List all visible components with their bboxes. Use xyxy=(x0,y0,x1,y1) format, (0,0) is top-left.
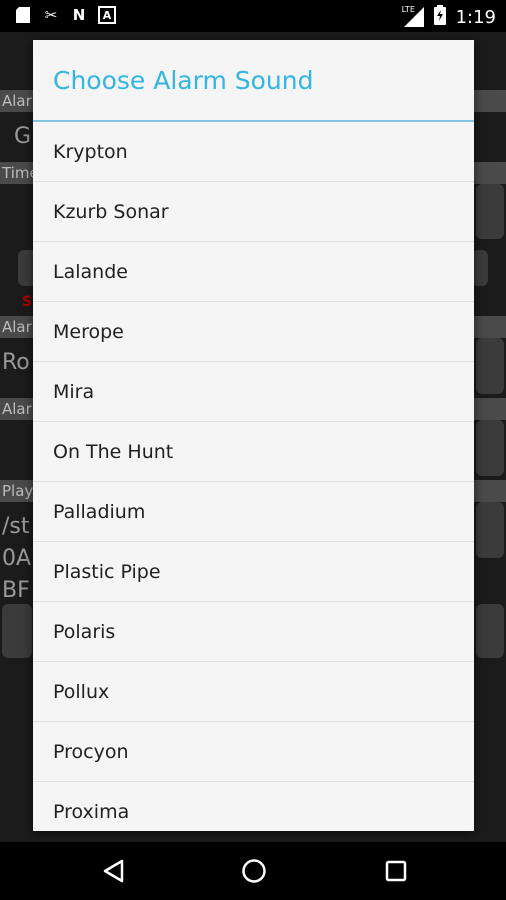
bg-text: G xyxy=(14,124,32,149)
list-item[interactable]: Polaris xyxy=(33,602,474,662)
list-item[interactable]: Lalande xyxy=(33,242,474,302)
bg-button xyxy=(476,502,504,558)
list-item[interactable]: Kzurb Sonar xyxy=(33,182,474,242)
bg-button xyxy=(476,184,504,239)
home-icon[interactable] xyxy=(239,856,269,886)
clock-time: 1:19 xyxy=(455,6,496,28)
status-bar: ✂ N A LTE 1:19 xyxy=(0,0,506,32)
bg-marker: S xyxy=(22,294,33,310)
list-item[interactable]: Pollux xyxy=(33,662,474,722)
list-item[interactable]: On The Hunt xyxy=(33,422,474,482)
lte-label: LTE xyxy=(401,5,415,14)
recents-icon[interactable] xyxy=(381,856,411,886)
dialog-title: Choose Alarm Sound xyxy=(53,65,314,95)
bg-button xyxy=(2,604,32,658)
bg-text: 0A xyxy=(2,546,32,571)
missed-call-icon: ✂ xyxy=(44,6,58,24)
bg-text: BF xyxy=(2,578,30,603)
bg-button xyxy=(476,604,504,658)
list-item[interactable]: Merope xyxy=(33,302,474,362)
a-box-icon: A xyxy=(98,6,116,24)
signal-lte-icon: LTE xyxy=(401,5,424,27)
navigation-bar xyxy=(0,842,506,900)
bg-button xyxy=(476,420,504,476)
alarm-sound-dialog: Choose Alarm Sound Krypton Kzurb Sonar L… xyxy=(33,40,474,831)
sd-card-icon xyxy=(14,6,32,24)
list-item[interactable]: Mira xyxy=(33,362,474,422)
bg-button xyxy=(472,250,488,286)
battery-icon xyxy=(433,5,446,29)
list-item[interactable]: Palladium xyxy=(33,482,474,542)
list-item[interactable]: Procyon xyxy=(33,722,474,782)
no-sim-icon: N xyxy=(72,6,86,24)
list-item[interactable]: Krypton xyxy=(33,122,474,182)
bg-text: /st xyxy=(2,514,30,539)
list-item[interactable]: Plastic Pipe xyxy=(33,542,474,602)
list-item[interactable]: Proxima xyxy=(33,782,474,831)
bg-button xyxy=(476,338,504,394)
back-icon[interactable] xyxy=(98,856,128,886)
sound-list[interactable]: Krypton Kzurb Sonar Lalande Merope Mira … xyxy=(33,122,474,831)
bg-text: Ro xyxy=(2,350,30,375)
